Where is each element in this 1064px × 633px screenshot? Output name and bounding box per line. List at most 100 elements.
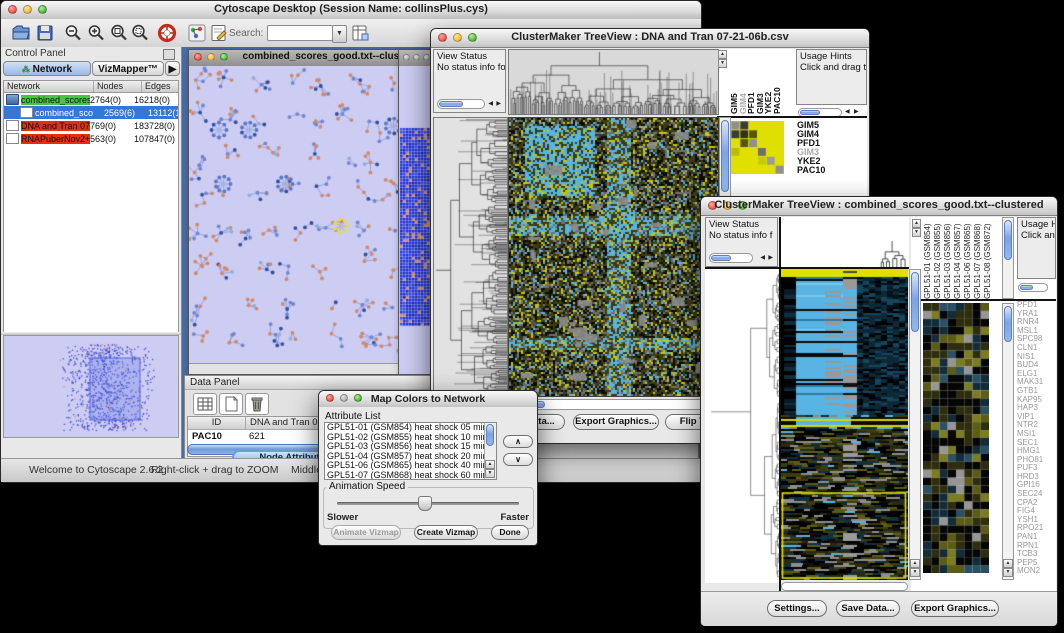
float-panel-icon[interactable] — [163, 49, 175, 60]
zoom-button[interactable] — [423, 54, 430, 61]
network-overview-panel[interactable] — [3, 335, 179, 438]
column-label[interactable]: GPL51-04 (GSM857) — [953, 219, 963, 299]
scroll-thumb[interactable] — [1004, 220, 1012, 260]
new-attribute-icon[interactable] — [219, 393, 243, 415]
row-label[interactable]: PAC10 — [797, 166, 825, 175]
column-label[interactable]: GPL51-07 (GSM868) — [973, 219, 983, 299]
attribute-list-item[interactable]: GPL51-01 (GSM854) heat shock 05 min — [325, 423, 496, 433]
tv2-zoom-submatrix[interactable] — [923, 303, 989, 573]
move-up-button[interactable]: ∧ — [503, 435, 533, 448]
annotation-icon[interactable] — [209, 23, 229, 43]
network-view-titlebar[interactable]: combined_scores_good.txt--cluste... — [189, 50, 422, 67]
save-icon[interactable] — [35, 23, 55, 43]
tv2-submatrix-vscrollbar[interactable]: ▲ ▼ — [1002, 303, 1014, 580]
attribute-select-icon[interactable] — [193, 393, 217, 415]
attribute-table-icon[interactable] — [350, 23, 370, 43]
scroll-down-arrow-icon[interactable]: ▼ — [910, 568, 920, 577]
tv2-heatmap-hscrollbar[interactable] — [781, 582, 908, 591]
help-lifesaver-icon[interactable] — [157, 23, 177, 43]
scroll-up-arrow-icon[interactable]: ▲ — [718, 50, 727, 59]
animate-vizmap-button[interactable]: Animate Vizmap — [331, 525, 401, 540]
tab-overflow-arrow-icon[interactable]: ▶ — [165, 61, 180, 76]
scroll-left-arrow-icon[interactable]: ◀ — [488, 100, 493, 109]
scroll-down-arrow-icon[interactable]: ▼ — [485, 469, 495, 478]
scroll-down-arrow-icon[interactable]: ▼ — [1003, 568, 1013, 577]
tv2-labels-vscrollbar[interactable] — [1002, 217, 1014, 299]
column-label[interactable]: GPL51-06 (GSM865) — [963, 219, 973, 299]
network-table-row[interactable]: DNA and Tran 07 769(0) 183728(0) — [4, 119, 178, 132]
column-label[interactable]: YKE2 — [763, 54, 772, 114]
attribute-list-item[interactable]: GPL51-03 (GSM856) heat shock 15 min — [325, 442, 496, 452]
column-label[interactable]: GPL51-03 (GSM856) — [943, 219, 953, 299]
scroll-thumb[interactable] — [721, 120, 729, 192]
column-label[interactable]: GPL51-08 (GSM872) — [983, 219, 993, 299]
attribute-list-vscrollbar[interactable]: ▲ ▼ — [484, 423, 496, 479]
scroll-up-arrow-icon[interactable]: ▲ — [910, 559, 920, 568]
tv2-export-graphics-button[interactable]: Export Graphics... — [911, 600, 999, 617]
tv2-save-data-button[interactable]: Save Data... — [836, 600, 900, 617]
tv2-settings-button[interactable]: Settings... — [767, 600, 827, 617]
move-down-button[interactable]: ∨ — [503, 453, 533, 466]
network-overview-thumbnail[interactable] — [4, 336, 179, 435]
network-nodes-icon[interactable] — [187, 23, 207, 43]
tv1-row-dendrogram[interactable] — [433, 117, 508, 397]
tv1-zoom-submatrix[interactable] — [731, 121, 784, 174]
scroll-thumb[interactable] — [800, 110, 820, 115]
scroll-up-arrow-icon[interactable]: ▲ — [912, 219, 921, 228]
create-vizmap-button[interactable]: Create Vizmap — [414, 525, 478, 540]
slider-thumb[interactable] — [418, 496, 432, 511]
attribute-list-item[interactable]: GPL51-04 (GSM857) heat shock 20 min — [325, 452, 496, 462]
scroll-thumb[interactable] — [439, 101, 463, 107]
done-button[interactable]: Done — [491, 525, 529, 540]
dense-network-canvas[interactable] — [399, 66, 433, 374]
scroll-thumb[interactable] — [1020, 285, 1033, 290]
column-label[interactable]: GPL51-01 (GSM854) — [923, 219, 933, 299]
attribute-list-item[interactable]: GPL51-06 (GSM865) heat shock 40 min — [325, 461, 496, 471]
tv2-usage-hscrollbar[interactable] — [1018, 283, 1048, 292]
zoom-in-icon[interactable] — [86, 23, 106, 43]
tv2-heatmap-vscrollbar[interactable]: ▲ ▼ — [909, 269, 921, 580]
scroll-right-arrow-icon[interactable]: ▶ — [768, 254, 773, 263]
treeview1-titlebar[interactable]: ClusterMaker TreeView : DNA and Tran 07-… — [431, 29, 869, 48]
tv2-status-hscrollbar[interactable] — [709, 253, 753, 263]
tv1-heatmap[interactable] — [508, 117, 719, 397]
scroll-up-arrow-icon[interactable]: ▲ — [485, 460, 495, 469]
column-label[interactable]: GIM5 — [729, 54, 738, 114]
scroll-left-arrow-icon[interactable]: ◀ — [760, 254, 765, 263]
tv2-row-dendrogram[interactable] — [705, 269, 779, 583]
scroll-thumb[interactable] — [911, 272, 919, 332]
scroll-thumb[interactable] — [1004, 306, 1012, 342]
zoom-selected-icon[interactable] — [130, 23, 150, 43]
network-table-row[interactable]: RNAPuberNov2+I 563(0) 107847(0) — [4, 132, 178, 145]
close-button[interactable] — [403, 54, 410, 61]
minimize-button[interactable] — [413, 54, 420, 61]
network-graph-canvas[interactable] — [189, 66, 420, 362]
scroll-up-arrow-icon[interactable]: ▲ — [1003, 559, 1013, 568]
search-input[interactable] — [267, 25, 333, 41]
tv1-column-dendrogram[interactable] — [508, 49, 719, 115]
attribute-list-item[interactable]: GPL51-07 (GSM868) heat shock 60 min — [325, 471, 496, 480]
column-label[interactable]: GIM4 — [738, 54, 747, 114]
network-hscrollbar[interactable] — [189, 363, 422, 374]
dialog-titlebar[interactable]: Map Colors to Network — [319, 391, 537, 408]
column-label[interactable]: PFD1 — [746, 54, 755, 114]
zoom-fit-icon[interactable] — [109, 23, 129, 43]
scroll-thumb[interactable] — [711, 255, 731, 261]
tv2-column-tree[interactable] — [780, 217, 909, 269]
column-label[interactable]: GPL51-02 (GSM855) — [933, 219, 943, 299]
network-table-row[interactable]: combined_sco 2569(6) 13112(15) — [4, 106, 178, 119]
scroll-thumb[interactable] — [486, 424, 494, 446]
tv1-heatmap-hscrollbar[interactable] — [508, 399, 717, 410]
scroll-down-arrow-icon[interactable]: ▼ — [718, 59, 727, 68]
scroll-right-arrow-icon[interactable]: ▶ — [496, 100, 501, 109]
scroll-down-arrow-icon[interactable]: ▼ — [912, 228, 921, 237]
network-table-row[interactable]: combined_scores 2764(0) 16218(0) — [4, 93, 178, 106]
treeview2-titlebar[interactable]: ClusterMaker TreeView : combined_scores_… — [701, 197, 1057, 216]
gene-label[interactable]: MON2 — [1017, 567, 1056, 576]
delete-attribute-trash-icon[interactable] — [245, 393, 269, 415]
column-label[interactable]: GIM3 — [755, 54, 764, 114]
tv1-status-hscrollbar[interactable] — [437, 99, 485, 109]
search-dropdown-icon[interactable]: ▼ — [332, 25, 347, 43]
tab-network[interactable]: ⁂ Network — [3, 61, 91, 76]
tv1-export-graphics-button[interactable]: Export Graphics... — [573, 414, 659, 430]
